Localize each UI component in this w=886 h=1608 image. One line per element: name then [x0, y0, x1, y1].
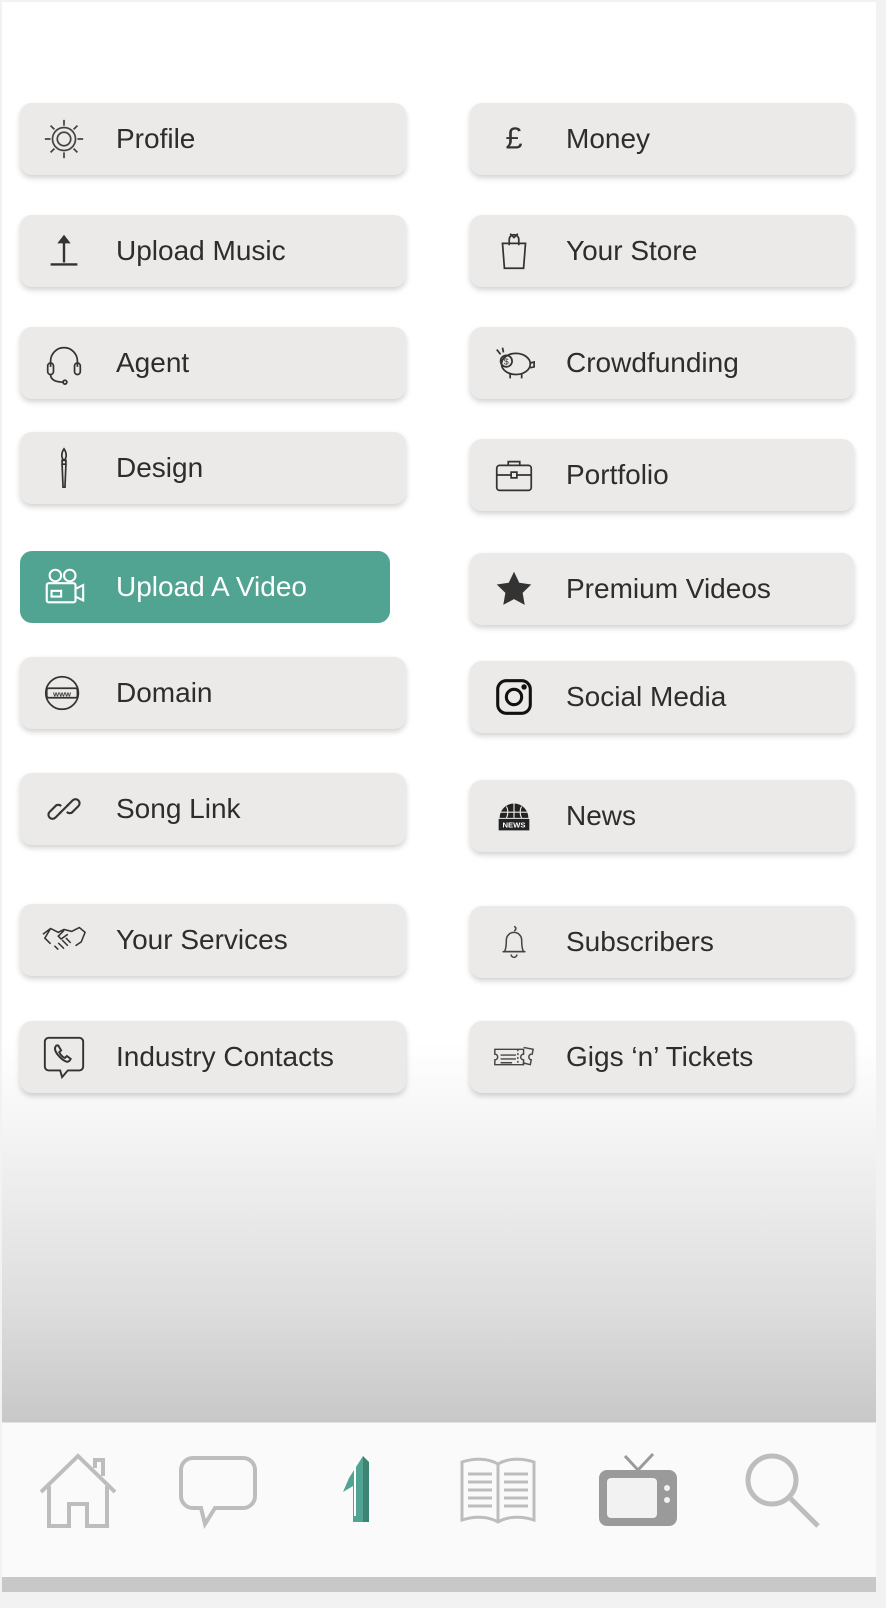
- upload-icon: [40, 227, 88, 275]
- agent-label: Agent: [116, 347, 190, 378]
- nav-chat[interactable]: [173, 1443, 263, 1543]
- nav-search[interactable]: [738, 1443, 828, 1543]
- design-button[interactable]: Design: [20, 432, 406, 504]
- domain-label: Domain: [116, 677, 213, 708]
- song-link-label: Song Link: [116, 793, 241, 824]
- tv-icon: [595, 1448, 681, 1539]
- social-media-label: Social Media: [566, 681, 727, 712]
- svg-text:$: $: [504, 356, 509, 366]
- money-button[interactable]: £ Money: [470, 103, 854, 175]
- menu-screen: Profile Upload Music Agent Design Upload…: [2, 2, 876, 1592]
- instagram-icon: [490, 673, 538, 721]
- crowdfunding-button[interactable]: $ Crowdfunding: [470, 327, 854, 399]
- your-store-button[interactable]: Your Store: [470, 215, 854, 287]
- song-link-button[interactable]: Song Link: [20, 773, 406, 845]
- handshake-icon: [40, 916, 88, 964]
- premium-videos-label: Premium Videos: [566, 573, 771, 604]
- social-media-button[interactable]: Social Media: [470, 661, 854, 733]
- money-label: Money: [566, 123, 651, 154]
- gigs-tickets-button[interactable]: Gigs ‘n’ Tickets: [470, 1021, 854, 1093]
- bottom-nav-bar: [2, 1422, 876, 1577]
- premium-videos-button[interactable]: Premium Videos: [470, 553, 854, 625]
- star-icon: [490, 565, 538, 613]
- logo-icon: [315, 1448, 401, 1539]
- video-camera-icon: [40, 563, 88, 611]
- profile-label: Profile: [116, 123, 196, 154]
- gigs-tickets-label: Gigs ‘n’ Tickets: [566, 1041, 754, 1072]
- shopping-bag-icon: [490, 227, 538, 275]
- gear-icon: [40, 115, 88, 163]
- crowdfunding-label: Crowdfunding: [566, 347, 739, 378]
- news-button[interactable]: NEWS News: [470, 780, 854, 852]
- domain-button[interactable]: www Domain: [20, 657, 406, 729]
- paintbrush-icon: [40, 444, 88, 492]
- industry-contacts-label: Industry Contacts: [116, 1041, 334, 1072]
- upload-video-label: Upload A Video: [116, 571, 307, 602]
- ticket-icon: [490, 1033, 538, 1081]
- upload-music-button[interactable]: Upload Music: [20, 215, 406, 287]
- www-globe-icon: www: [40, 669, 88, 717]
- your-store-label: Your Store: [566, 235, 698, 266]
- briefcase-icon: [490, 451, 538, 499]
- pound-icon: £: [490, 115, 538, 163]
- headset-icon: [40, 339, 88, 387]
- design-label: Design: [116, 452, 204, 483]
- piggy-bank-icon: $: [490, 339, 538, 387]
- upload-music-label: Upload Music: [116, 235, 286, 266]
- search-icon: [740, 1448, 826, 1539]
- svg-text:NEWS: NEWS: [503, 821, 526, 830]
- industry-contacts-button[interactable]: Industry Contacts: [20, 1021, 406, 1093]
- svg-text:£: £: [505, 122, 522, 156]
- news-globe-icon: NEWS: [490, 792, 538, 840]
- nav-tv[interactable]: [593, 1443, 683, 1543]
- portfolio-button[interactable]: Portfolio: [470, 439, 854, 511]
- nav-book[interactable]: [453, 1443, 543, 1543]
- agent-button[interactable]: Agent: [20, 327, 406, 399]
- your-services-label: Your Services: [116, 924, 288, 955]
- subscribers-button[interactable]: Subscribers: [470, 906, 854, 978]
- upload-video-button[interactable]: Upload A Video: [20, 551, 390, 623]
- book-icon: [455, 1448, 541, 1539]
- phone-chat-icon: [40, 1033, 88, 1081]
- your-services-button[interactable]: Your Services: [20, 904, 406, 976]
- news-label: News: [566, 800, 637, 831]
- svg-text:www: www: [52, 689, 71, 698]
- profile-button[interactable]: Profile: [20, 103, 406, 175]
- nav-home[interactable]: [33, 1443, 123, 1543]
- bell-icon: [490, 918, 538, 966]
- subscribers-label: Subscribers: [566, 926, 714, 957]
- chat-icon: [175, 1448, 261, 1539]
- nav-logo[interactable]: [313, 1443, 403, 1543]
- home-icon: [35, 1448, 121, 1539]
- portfolio-label: Portfolio: [566, 459, 669, 490]
- link-icon: [40, 785, 88, 833]
